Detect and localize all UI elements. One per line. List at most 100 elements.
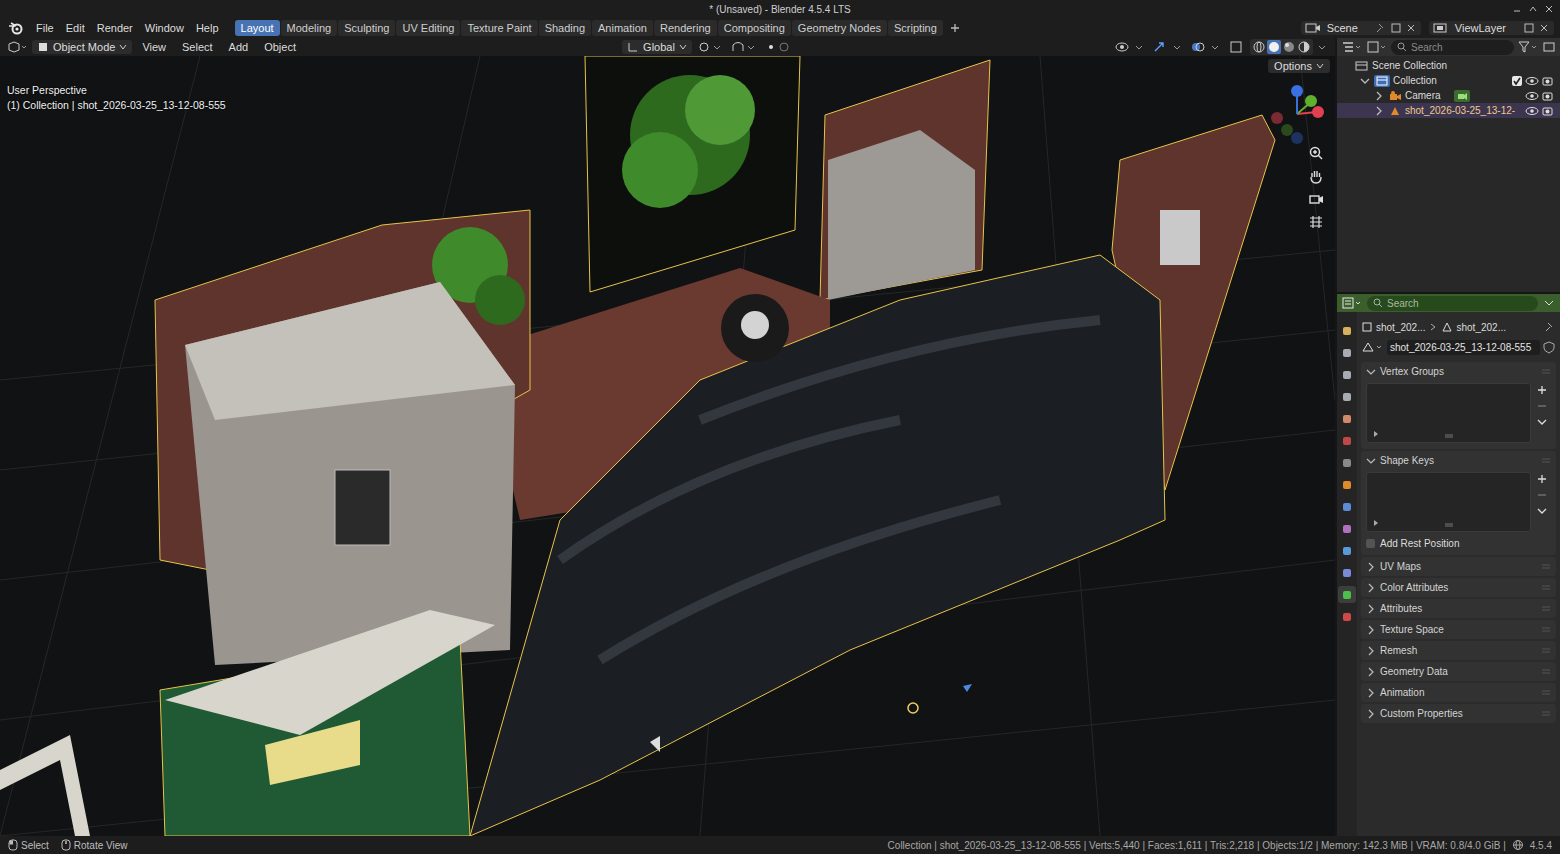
expanded-arrow-icon[interactable] [1359, 75, 1371, 87]
list-filter-arrow-icon[interactable] [1373, 520, 1379, 526]
scene-selector[interactable]: Scene [1301, 21, 1421, 35]
drag-handle-icon[interactable] [1541, 668, 1551, 676]
pin-icon[interactable] [1375, 22, 1387, 34]
drag-handle-icon[interactable] [1541, 368, 1551, 376]
menu-item[interactable]: Edit [60, 22, 91, 34]
specials-menu-icon[interactable] [1535, 504, 1549, 518]
drag-handle-icon[interactable] [1541, 647, 1551, 655]
new-scene-icon[interactable] [1390, 22, 1402, 34]
list-grip-icon[interactable] [1444, 433, 1454, 439]
breadcrumb-item[interactable]: shot_202... [1456, 322, 1505, 333]
mesh-name-field[interactable]: shot_2026-03-25_13-12-08-555 [1387, 340, 1540, 355]
list-box[interactable] [1366, 472, 1531, 532]
maximize-icon[interactable] [1528, 4, 1538, 14]
xray-icon[interactable] [1228, 40, 1246, 54]
editor-type-icon[interactable] [6, 40, 28, 54]
properties-tab[interactable] [1338, 520, 1356, 537]
eye-icon[interactable] [1525, 75, 1539, 87]
properties-tab[interactable] [1338, 410, 1356, 427]
properties-tab[interactable] [1338, 322, 1356, 339]
list-filter-arrow-icon[interactable] [1373, 431, 1379, 437]
workspace-tab[interactable]: Shading [539, 20, 591, 36]
panel-header[interactable]: UV Maps [1361, 557, 1556, 576]
workspace-tab[interactable]: Rendering [654, 20, 717, 36]
close-icon[interactable] [1544, 4, 1554, 14]
properties-tab[interactable] [1338, 564, 1356, 581]
menu-item[interactable]: Help [190, 22, 225, 34]
option-row[interactable]: Add Rest Position [1361, 538, 1556, 555]
workspace-tab[interactable]: Layout [235, 20, 280, 36]
exclude-checkbox[interactable] [1512, 76, 1522, 86]
viewport-menu-item[interactable]: Select [176, 41, 219, 53]
panel-header[interactable]: Remesh [1361, 641, 1556, 660]
new-collection-icon[interactable] [1542, 40, 1556, 54]
proportional-edit-icon[interactable] [764, 40, 794, 54]
panel-header[interactable]: Texture Space [1361, 620, 1556, 639]
display-mode-icon[interactable] [1366, 40, 1388, 54]
viewport-menu-item[interactable]: Object [258, 41, 302, 53]
drag-handle-icon[interactable] [1541, 563, 1551, 571]
workspace-tab[interactable]: Geometry Nodes [792, 20, 887, 36]
render-camera-icon[interactable] [1542, 105, 1556, 117]
new-view-layer-icon[interactable] [1523, 22, 1535, 34]
drag-handle-icon[interactable] [1541, 605, 1551, 613]
drag-handle-icon[interactable] [1541, 584, 1551, 592]
outliner-row[interactable]: Scene Collection [1337, 58, 1560, 73]
minimize-icon[interactable] [1512, 4, 1522, 14]
menu-item[interactable]: Window [139, 22, 190, 34]
menu-item[interactable]: Render [91, 22, 139, 34]
mode-dropdown[interactable]: Object Mode [32, 40, 132, 54]
specials-menu-icon[interactable] [1535, 415, 1549, 429]
pivot-icon[interactable] [696, 40, 726, 54]
gizmo-icon[interactable] [1152, 40, 1186, 54]
navigation-gizmo-icon[interactable] [1265, 82, 1329, 146]
properties-tab[interactable] [1338, 344, 1356, 361]
workspace-tab[interactable]: Compositing [718, 20, 791, 36]
options-dropdown-icon[interactable] [1542, 296, 1556, 310]
add-workspace-icon[interactable] [948, 21, 962, 35]
menu-item[interactable]: File [30, 22, 60, 34]
viewport-canvas[interactable]: User Perspective(1) Collection | shot_20… [0, 56, 1335, 836]
properties-tab[interactable] [1338, 388, 1356, 405]
panel-header[interactable]: Geometry Data [1361, 662, 1556, 681]
filter-icon[interactable] [1517, 40, 1539, 54]
overlays-icon[interactable] [1190, 40, 1224, 54]
drag-handle-icon[interactable] [1541, 710, 1551, 718]
render-camera-icon[interactable] [1542, 75, 1556, 87]
add-icon[interactable] [1535, 472, 1549, 486]
zoom-icon[interactable] [1308, 145, 1324, 161]
drag-handle-icon[interactable] [1541, 457, 1551, 465]
fake-user-shield-icon[interactable] [1542, 340, 1556, 354]
delete-scene-icon[interactable] [1405, 22, 1417, 34]
outliner-row[interactable]: Collection [1337, 73, 1560, 88]
network-globe-icon[interactable] [1512, 839, 1524, 851]
outliner-search[interactable]: Search [1391, 40, 1514, 55]
material-shading-icon[interactable] [1282, 40, 1296, 54]
visibility-icon[interactable] [1114, 40, 1148, 54]
snap-icon[interactable] [730, 40, 760, 54]
panel-header[interactable]: Vertex Groups [1361, 362, 1556, 381]
properties-tab[interactable] [1338, 366, 1356, 383]
workspace-tab[interactable]: Texture Paint [461, 20, 537, 36]
panel-header[interactable]: Custom Properties [1361, 704, 1556, 723]
ortho-grid-icon[interactable] [1308, 214, 1324, 230]
pan-hand-icon[interactable] [1308, 168, 1324, 184]
panel-header[interactable]: Color Attributes [1361, 578, 1556, 597]
viewport-menu-item[interactable]: Add [223, 41, 255, 53]
properties-editor-icon[interactable] [1341, 296, 1363, 310]
list-box[interactable] [1366, 383, 1531, 443]
outliner-editor-icon[interactable] [1341, 40, 1363, 54]
drag-handle-icon[interactable] [1541, 626, 1551, 634]
eye-icon[interactable] [1525, 105, 1539, 117]
delete-view-layer-icon[interactable] [1538, 22, 1550, 34]
properties-tab[interactable] [1338, 586, 1356, 603]
properties-tab[interactable] [1338, 542, 1356, 559]
shading-options-icon[interactable] [1317, 40, 1329, 54]
properties-tab[interactable] [1338, 432, 1356, 449]
workspace-tab[interactable]: Scripting [888, 20, 943, 36]
rendered-shading-icon[interactable] [1297, 40, 1311, 54]
mesh-browse-icon[interactable] [1361, 340, 1385, 354]
workspace-tab[interactable]: Modeling [281, 20, 338, 36]
options-button[interactable]: Options [1268, 59, 1330, 73]
panel-header[interactable]: Shape Keys [1361, 451, 1556, 470]
